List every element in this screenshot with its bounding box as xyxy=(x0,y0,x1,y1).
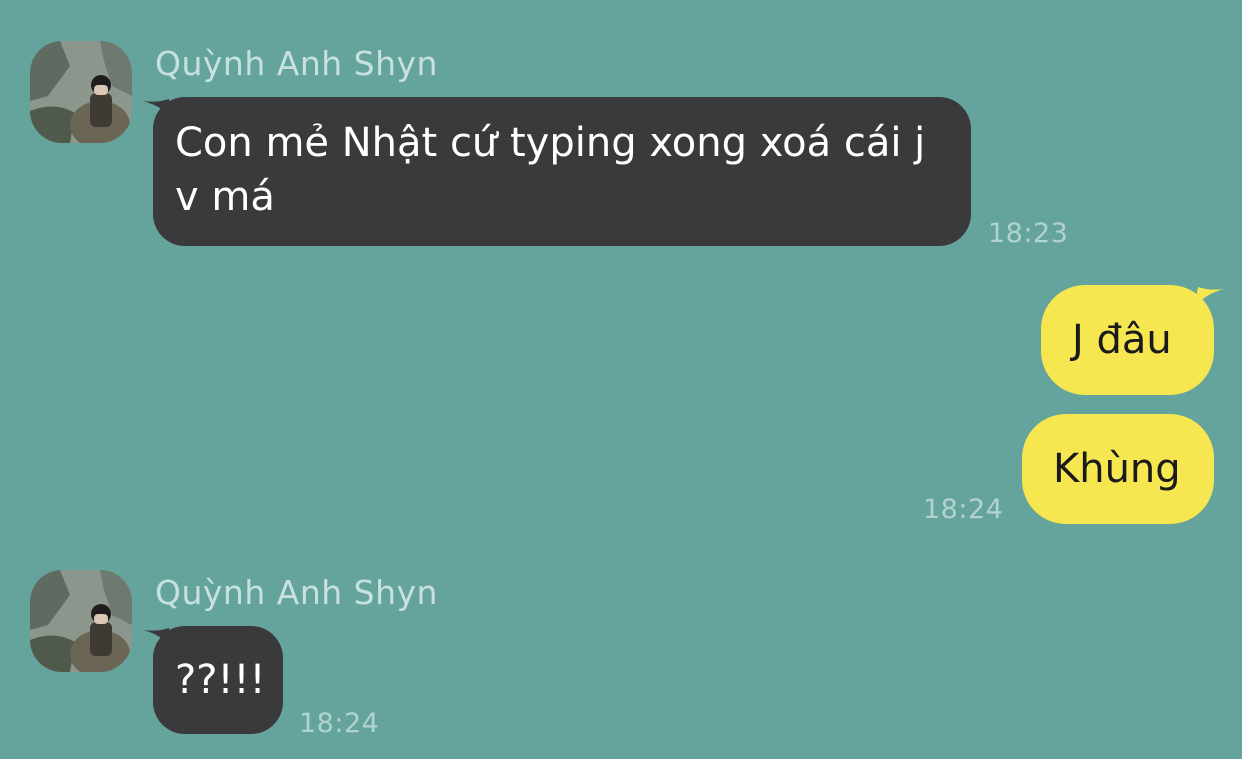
sender-name: Quỳnh Anh Shyn xyxy=(155,573,438,612)
message-text: ??!!! xyxy=(175,657,266,703)
message-bubble[interactable]: J đâu xyxy=(1041,285,1214,395)
message-timestamp: 18:24 xyxy=(923,494,1004,525)
message-text: Con mẻ Nhật cứ typing xong xoá cái j v m… xyxy=(175,120,926,220)
message-text: J đâu xyxy=(1072,317,1172,363)
message-text: Khùng xyxy=(1053,446,1181,492)
message-bubble[interactable]: Con mẻ Nhật cứ typing xong xoá cái j v m… xyxy=(153,97,971,246)
message-timestamp: 18:24 xyxy=(299,708,380,739)
sender-name: Quỳnh Anh Shyn xyxy=(155,44,438,83)
message-bubble[interactable]: Khùng xyxy=(1022,414,1214,524)
message-timestamp: 18:23 xyxy=(988,218,1069,249)
message-bubble[interactable]: ??!!! xyxy=(153,626,283,734)
sender-avatar[interactable] xyxy=(30,41,132,143)
sender-avatar[interactable] xyxy=(30,570,132,672)
